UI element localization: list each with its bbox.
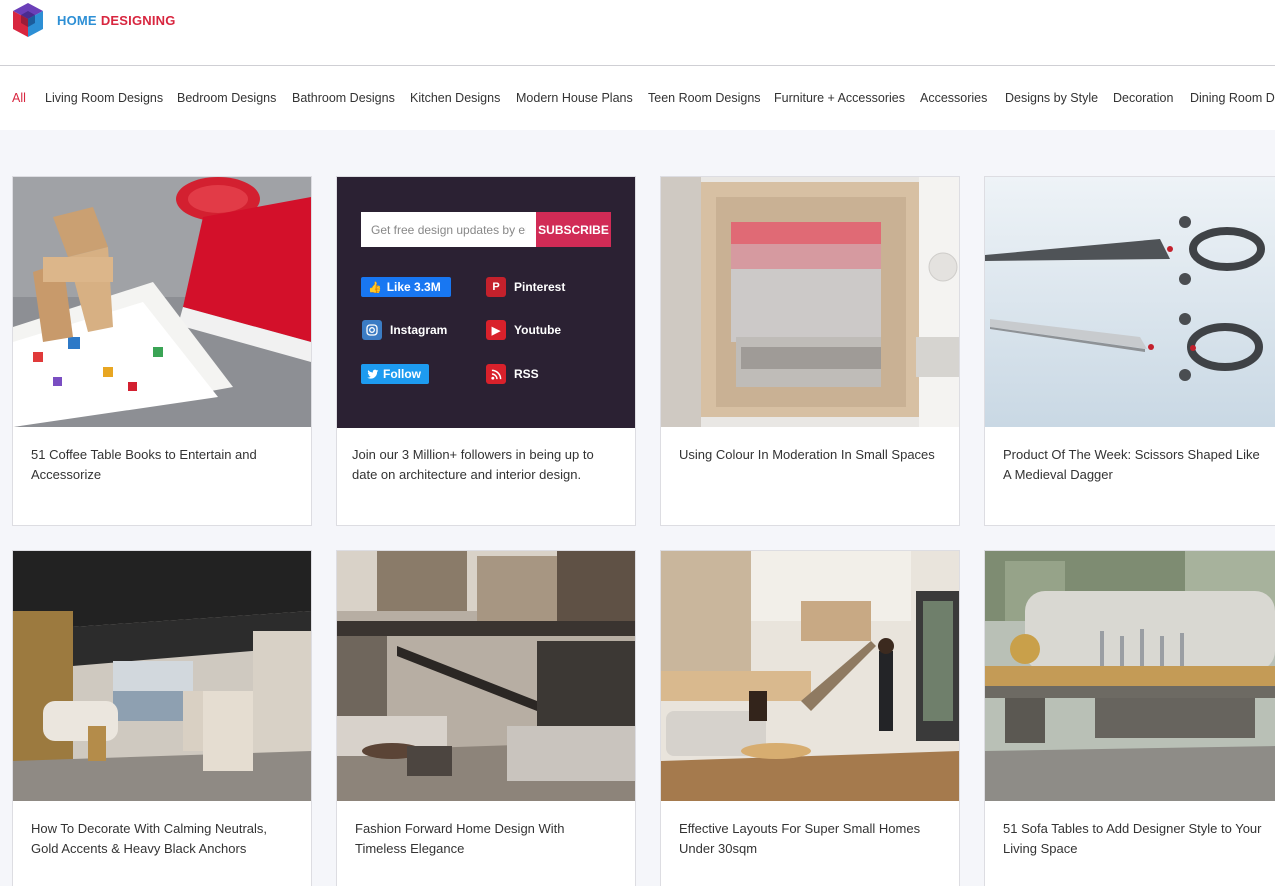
newsletter-panel: SUBSCRIBE 👍 Like 3.3M P Pinterest Instag… <box>337 177 635 428</box>
newsletter-description: Join our 3 Million+ followers in being u… <box>352 447 594 482</box>
article-title[interactable]: Effective Layouts For Super Small Homes … <box>679 819 941 859</box>
nav-item-furniture[interactable]: Furniture + Accessories <box>774 91 905 105</box>
nav-item-designs-by-style[interactable]: Designs by Style <box>1005 91 1098 105</box>
logo-word-designing: DESIGNING <box>100 12 176 28</box>
article-title[interactable]: 51 Sofa Tables to Add Designer Style to … <box>1003 819 1265 859</box>
youtube-link[interactable]: ▶ Youtube <box>486 320 561 340</box>
site-header: HOME DESIGNING <box>0 0 1275 66</box>
nav-item-modern-house[interactable]: Modern House Plans <box>516 91 633 105</box>
article-card[interactable]: Product Of The Week: Scissors Shaped Lik… <box>984 176 1275 526</box>
category-nav: All Living Room Designs Bedroom Designs … <box>0 66 1275 130</box>
article-image[interactable] <box>13 551 311 801</box>
article-title[interactable]: Fashion Forward Home Design With Timeles… <box>355 819 617 859</box>
logo-word-home: HOME <box>57 12 97 28</box>
article-image[interactable] <box>337 551 635 801</box>
nav-item-kitchen[interactable]: Kitchen Designs <box>410 91 500 105</box>
pinterest-icon: P <box>486 277 506 297</box>
instagram-label: Instagram <box>390 323 448 337</box>
article-card[interactable]: Effective Layouts For Super Small Homes … <box>660 550 960 886</box>
newsletter-email-input[interactable] <box>361 212 536 247</box>
article-image[interactable] <box>985 551 1275 801</box>
twitter-bird-icon <box>367 369 379 379</box>
facebook-like-label: Like 3.3M <box>386 280 441 294</box>
twitter-follow-button[interactable]: Follow <box>361 364 429 384</box>
rss-label: RSS <box>514 367 539 381</box>
subscribe-button[interactable]: SUBSCRIBE <box>536 212 611 247</box>
youtube-label: Youtube <box>514 323 562 337</box>
nav-item-living-room[interactable]: Living Room Designs <box>45 91 163 105</box>
nav-item-decoration[interactable]: Decoration <box>1113 91 1173 105</box>
article-image[interactable] <box>661 177 959 427</box>
article-title[interactable]: Using Colour In Moderation In Small Spac… <box>679 445 941 465</box>
instagram-icon <box>362 320 382 340</box>
article-card[interactable]: How To Decorate With Calming Neutrals, G… <box>12 550 312 886</box>
article-image[interactable] <box>13 177 311 427</box>
pinterest-link[interactable]: P Pinterest <box>486 277 565 297</box>
article-title[interactable]: 51 Coffee Table Books to Entertain and A… <box>31 445 293 485</box>
facebook-like[interactable]: 👍 Like 3.3M <box>361 277 451 297</box>
article-image[interactable] <box>985 177 1275 427</box>
article-card[interactable]: 51 Sofa Tables to Add Designer Style to … <box>984 550 1275 886</box>
nav-item-bathroom[interactable]: Bathroom Designs <box>292 91 395 105</box>
article-card[interactable]: Fashion Forward Home Design With Timeles… <box>336 550 636 886</box>
article-card[interactable]: 51 Coffee Table Books to Entertain and A… <box>12 176 312 526</box>
nav-item-dining-room[interactable]: Dining Room Designs <box>1190 91 1275 105</box>
rss-link[interactable]: RSS <box>486 364 539 384</box>
nav-item-teen-room[interactable]: Teen Room Designs <box>648 91 761 105</box>
article-card[interactable]: Using Colour In Moderation In Small Spac… <box>660 176 960 526</box>
twitter-follow-label: Follow <box>383 367 421 381</box>
nav-item-all[interactable]: All <box>12 91 26 105</box>
cube-logo-icon <box>13 3 43 37</box>
article-title[interactable]: How To Decorate With Calming Neutrals, G… <box>31 819 293 859</box>
rss-icon <box>486 364 506 384</box>
facebook-like-button[interactable]: 👍 Like 3.3M <box>361 277 451 297</box>
instagram-link[interactable]: Instagram <box>362 320 447 340</box>
thumbs-up-icon: 👍 <box>368 281 382 294</box>
article-image[interactable] <box>661 551 959 801</box>
pinterest-label: Pinterest <box>514 280 566 294</box>
nav-item-accessories[interactable]: Accessories <box>920 91 987 105</box>
logo-text: HOME DESIGNING <box>57 13 176 28</box>
article-title[interactable]: Product Of The Week: Scissors Shaped Lik… <box>1003 445 1265 485</box>
site-logo[interactable]: HOME DESIGNING <box>11 2 176 38</box>
youtube-icon: ▶ <box>486 320 506 340</box>
newsletter-card: SUBSCRIBE 👍 Like 3.3M P Pinterest Instag… <box>336 176 636 526</box>
nav-item-bedroom[interactable]: Bedroom Designs <box>177 91 276 105</box>
twitter-follow[interactable]: Follow <box>361 364 429 384</box>
